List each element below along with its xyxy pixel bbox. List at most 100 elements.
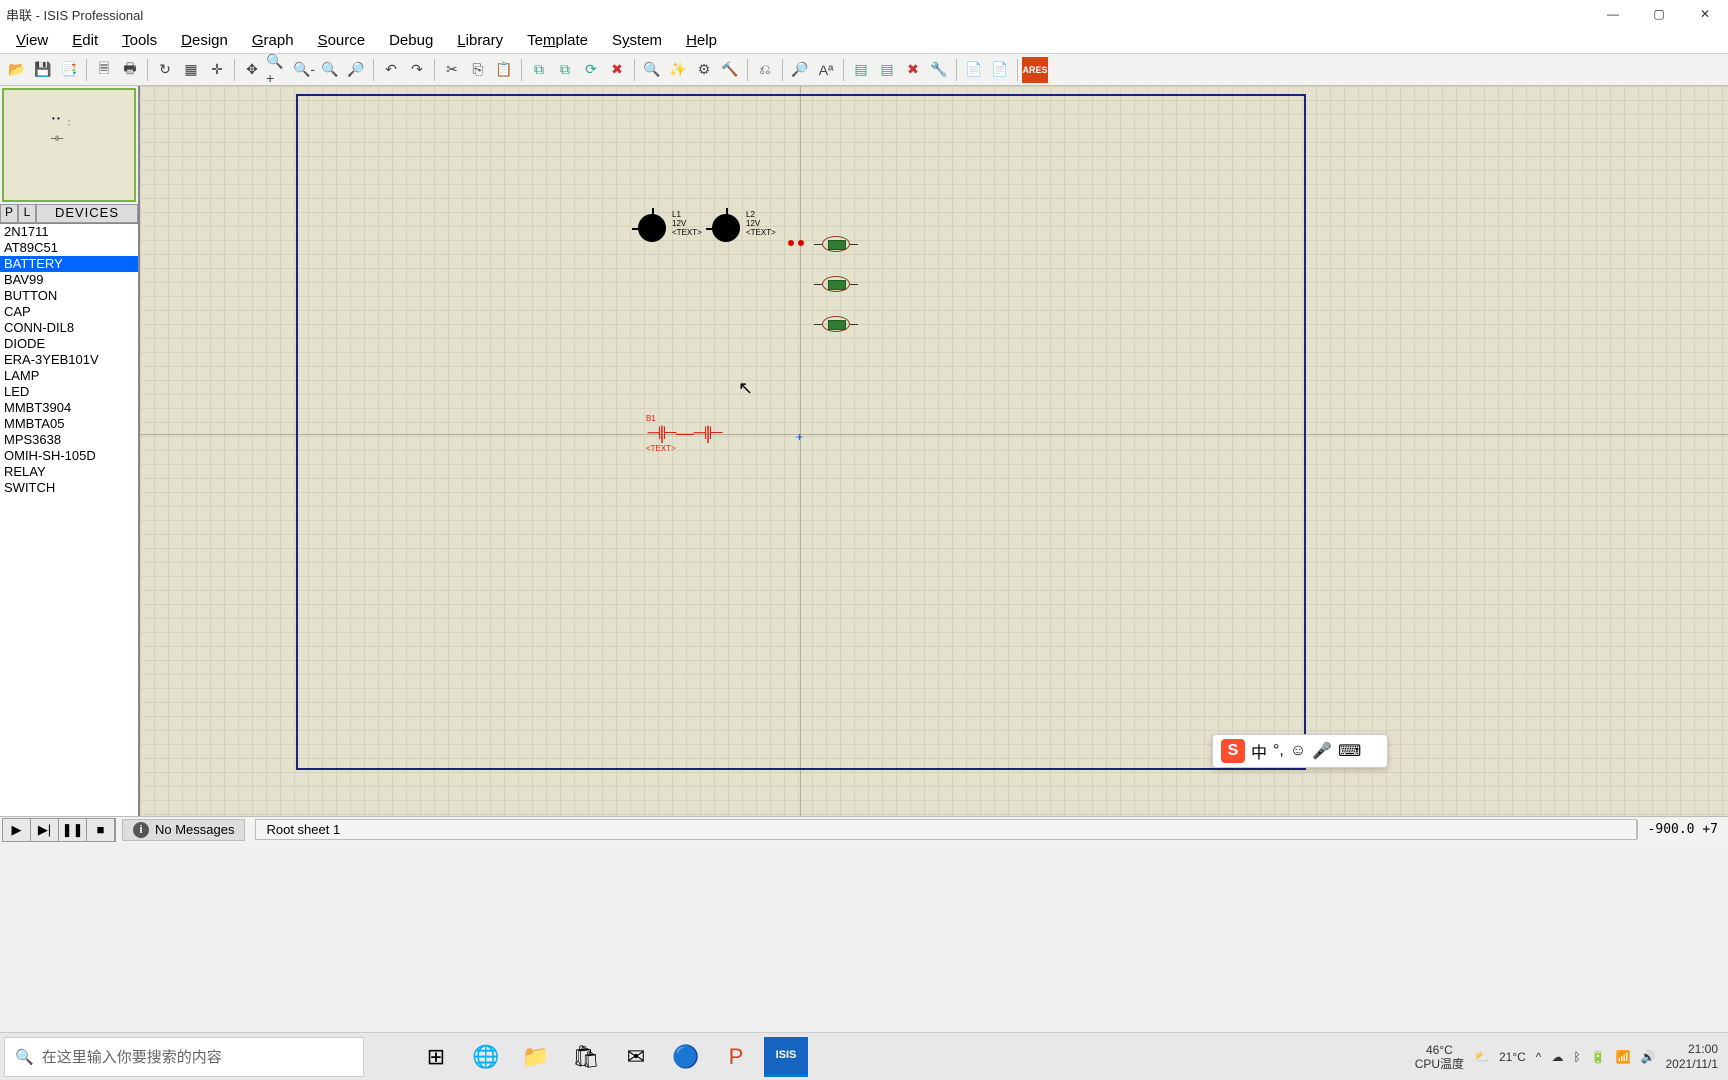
redo-button[interactable]: ↷ bbox=[404, 57, 430, 83]
component-led-3[interactable] bbox=[822, 316, 850, 332]
search-button[interactable]: 🔎 bbox=[787, 57, 813, 83]
isis-app-icon[interactable]: ISIS bbox=[764, 1037, 808, 1077]
stop-button[interactable]: ■ bbox=[87, 819, 115, 841]
new-sheet-button[interactable]: 📄 bbox=[961, 57, 987, 83]
explorer-icon[interactable]: 📁 bbox=[514, 1037, 558, 1077]
decompose-button[interactable]: 🔨 bbox=[717, 57, 743, 83]
menu-design[interactable]: Design bbox=[169, 29, 240, 52]
device-item[interactable]: DIODE bbox=[0, 336, 138, 352]
menu-view[interactable]: View bbox=[4, 29, 60, 52]
component-led-2[interactable] bbox=[822, 276, 850, 292]
undo-button[interactable]: ↶ bbox=[378, 57, 404, 83]
bom-button[interactable]: ✖ bbox=[900, 57, 926, 83]
component-led-1[interactable] bbox=[822, 236, 850, 252]
weather-icon[interactable]: ⛅ bbox=[1474, 1050, 1489, 1064]
refresh-button[interactable]: ↻ bbox=[152, 57, 178, 83]
pan-button[interactable]: ✥ bbox=[239, 57, 265, 83]
device-item[interactable]: MPS3638 bbox=[0, 432, 138, 448]
property-button[interactable]: Aª bbox=[813, 57, 839, 83]
menu-system[interactable]: System bbox=[600, 29, 674, 52]
message-area[interactable]: i No Messages bbox=[122, 819, 245, 841]
zoom-out-button[interactable]: 🔍- bbox=[291, 57, 317, 83]
menu-tools[interactable]: Tools bbox=[110, 29, 169, 52]
powerpoint-icon[interactable]: P bbox=[714, 1037, 758, 1077]
ime-voice-icon[interactable]: 🎤 bbox=[1312, 741, 1332, 761]
open-button[interactable]: 📂 bbox=[4, 57, 30, 83]
device-item[interactable]: SWITCH bbox=[0, 480, 138, 496]
block-copy-button[interactable]: ⧉ bbox=[526, 57, 552, 83]
erc-button[interactable]: ▤ bbox=[874, 57, 900, 83]
windows-search[interactable]: 🔍 在这里输入你要搜索的内容 bbox=[4, 1037, 364, 1077]
filter-p-button[interactable]: P bbox=[0, 204, 18, 223]
menu-edit[interactable]: Edit bbox=[60, 29, 110, 52]
edge-icon[interactable]: 🌐 bbox=[464, 1037, 508, 1077]
ime-emoji-icon[interactable]: ☺ bbox=[1290, 742, 1306, 760]
device-list[interactable]: 2N1711 AT89C51 BATTERY BAV99 BUTTON CAP … bbox=[0, 224, 138, 816]
sogou-icon[interactable]: S bbox=[1221, 739, 1245, 763]
pick-button[interactable]: 🔍 bbox=[639, 57, 665, 83]
taskview-icon[interactable]: ⊞ bbox=[414, 1037, 458, 1077]
wire-autoroute-button[interactable]: ⎌ bbox=[752, 57, 778, 83]
device-item[interactable]: OMIH-SH-105D bbox=[0, 448, 138, 464]
overview-pane[interactable]: • • : ⊣⊢ bbox=[2, 88, 136, 202]
device-item[interactable]: BUTTON bbox=[0, 288, 138, 304]
tray-chevron-icon[interactable]: ^ bbox=[1536, 1050, 1542, 1064]
ime-punct-icon[interactable]: °, bbox=[1273, 742, 1284, 760]
app-icon[interactable]: 🔵 bbox=[664, 1037, 708, 1077]
origin-button[interactable]: ✛ bbox=[204, 57, 230, 83]
device-item[interactable]: CONN-DIL8 bbox=[0, 320, 138, 336]
device-item[interactable]: MMBT3904 bbox=[0, 400, 138, 416]
block-delete-button[interactable]: ✖ bbox=[604, 57, 630, 83]
store-icon[interactable]: 🛍 bbox=[564, 1037, 608, 1077]
bluetooth-icon[interactable]: ᛒ bbox=[1573, 1050, 1580, 1064]
component-lamp-l1[interactable] bbox=[638, 214, 666, 242]
print-button[interactable]: 🖶 bbox=[117, 57, 143, 83]
onedrive-icon[interactable]: ☁ bbox=[1551, 1050, 1563, 1064]
menu-graph[interactable]: Graph bbox=[240, 29, 306, 52]
component-lamp-l2[interactable] bbox=[712, 214, 740, 242]
ime-toolbar[interactable]: S 中 °, ☺ 🎤 ⌨ bbox=[1212, 734, 1388, 768]
make-device-button[interactable]: ✨ bbox=[665, 57, 691, 83]
device-item-selected[interactable]: BATTERY bbox=[0, 256, 138, 272]
import-button[interactable]: 📑 bbox=[56, 57, 82, 83]
battery-icon[interactable]: 🔋 bbox=[1591, 1050, 1606, 1064]
device-item[interactable]: 2N1711 bbox=[0, 224, 138, 240]
schematic-canvas[interactable]: + L112V<TEXT> L212V<TEXT> B1 ⊣|⊢—⊣|⊢ <TE… bbox=[140, 86, 1728, 816]
device-item[interactable]: ERA-3YEB101V bbox=[0, 352, 138, 368]
weather-temp[interactable]: 21°C bbox=[1499, 1050, 1526, 1064]
filter-l-button[interactable]: L bbox=[18, 204, 36, 223]
menu-source[interactable]: Source bbox=[306, 29, 378, 52]
close-button[interactable]: ✕ bbox=[1682, 0, 1728, 28]
menu-help[interactable]: Help bbox=[674, 29, 729, 52]
zoom-in-button[interactable]: 🔍+ bbox=[265, 57, 291, 83]
sheet-name[interactable]: Root sheet 1 bbox=[255, 819, 1636, 840]
volume-icon[interactable]: 🔊 bbox=[1641, 1050, 1656, 1064]
cpu-temp-widget[interactable]: 46°C CPU温度 bbox=[1415, 1043, 1464, 1071]
pause-button[interactable]: ❚❚ bbox=[59, 819, 87, 841]
clock[interactable]: 21:00 2021/11/1 bbox=[1666, 1042, 1719, 1072]
device-item[interactable]: RELAY bbox=[0, 464, 138, 480]
cut-button[interactable]: ✂ bbox=[439, 57, 465, 83]
component-battery-placing[interactable]: B1 ⊣|⊢—⊣|⊢ <TEXT> bbox=[646, 414, 722, 453]
netlist-button[interactable]: ▤ bbox=[848, 57, 874, 83]
device-item[interactable]: LED bbox=[0, 384, 138, 400]
zoom-area-button[interactable]: 🔎 bbox=[343, 57, 369, 83]
compile-button[interactable]: 🔧 bbox=[926, 57, 952, 83]
device-item[interactable]: BAV99 bbox=[0, 272, 138, 288]
paste-button[interactable]: 📋 bbox=[491, 57, 517, 83]
wifi-icon[interactable]: 📶 bbox=[1616, 1050, 1631, 1064]
ime-lang[interactable]: 中 bbox=[1251, 739, 1267, 763]
play-button[interactable]: ▶ bbox=[3, 819, 31, 841]
device-item[interactable]: LAMP bbox=[0, 368, 138, 384]
mail-icon[interactable]: ✉ bbox=[614, 1037, 658, 1077]
maximize-button[interactable]: ▢ bbox=[1636, 0, 1682, 28]
remove-sheet-button[interactable]: 📄 bbox=[987, 57, 1013, 83]
zoom-all-button[interactable]: 🔍 bbox=[317, 57, 343, 83]
ares-button[interactable]: ARES bbox=[1022, 57, 1048, 83]
packaging-button[interactable]: ⚙ bbox=[691, 57, 717, 83]
device-item[interactable]: AT89C51 bbox=[0, 240, 138, 256]
print-area-button[interactable]: 🗏 bbox=[91, 57, 117, 83]
menu-debug[interactable]: Debug bbox=[377, 29, 445, 52]
grid-button[interactable]: ▦ bbox=[178, 57, 204, 83]
save-button[interactable]: 💾 bbox=[30, 57, 56, 83]
